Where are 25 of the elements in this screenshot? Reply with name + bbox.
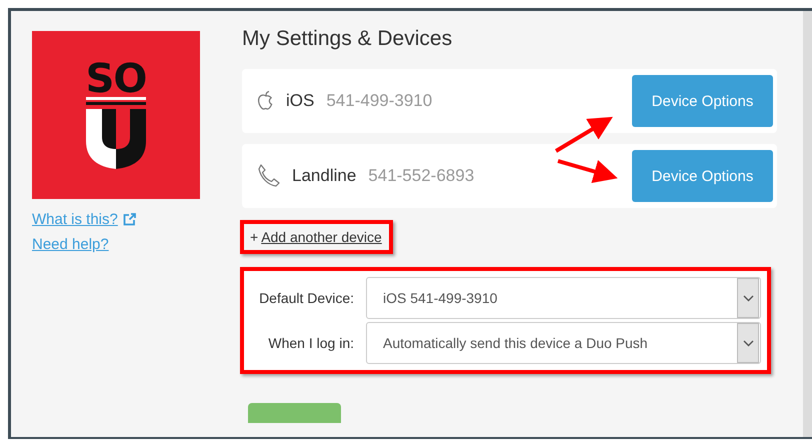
chevron-down-icon — [742, 294, 754, 302]
phone-number: 541-499-3910 — [326, 91, 432, 111]
field-label: Default Device: — [258, 290, 355, 306]
device-options-button[interactable]: Device Options — [632, 75, 773, 127]
dropdown-select[interactable]: Automatically send this device a Duo Push — [366, 322, 761, 364]
dropdown-select[interactable]: iOS 541-499-3910 — [366, 277, 761, 319]
device-name: iOS — [286, 91, 314, 111]
logo-text: SO — [86, 61, 146, 97]
annotation-arrow — [557, 159, 618, 184]
chevron-down-icon — [742, 340, 754, 346]
phone-handset-icon — [256, 163, 282, 189]
field-label: When I log in: — [267, 335, 355, 351]
help-link[interactable]: Need help? — [32, 236, 109, 253]
plus-sign: + — [250, 229, 258, 245]
page-title: My Settings & Devices — [242, 27, 454, 51]
device-name: Landline — [292, 166, 356, 186]
scrollbar[interactable] — [803, 11, 812, 437]
add-device-link[interactable]: Add another device — [261, 229, 382, 245]
external-link-icon — [122, 213, 136, 226]
shield-u-icon — [86, 97, 146, 169]
help-link[interactable]: What is this? — [32, 211, 118, 228]
phone-number: 541-552-6893 — [368, 166, 474, 186]
device-options-button[interactable]: Device Options — [632, 150, 773, 202]
submit-button[interactable] — [248, 403, 341, 423]
annotation-arrow — [554, 116, 613, 153]
